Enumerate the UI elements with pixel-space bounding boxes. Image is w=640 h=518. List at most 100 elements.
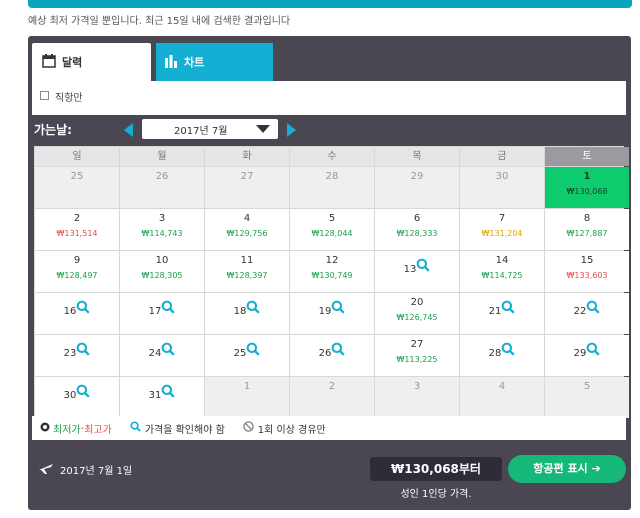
day-price: ₩133,603 <box>566 271 608 280</box>
calendar-day[interactable]: 11 ₩128,397 <box>205 251 289 292</box>
calendar-day[interactable]: 7 ₩131,204 <box>460 209 544 250</box>
calendar-day[interactable]: 18 <box>205 293 289 334</box>
day-price: ₩128,044 <box>311 229 353 238</box>
search-icon[interactable] <box>416 258 431 275</box>
day-number: 24 <box>148 348 162 359</box>
day-number: 30 <box>495 171 509 182</box>
calendar-day: 26 <box>120 167 204 208</box>
day-number: 17 <box>148 306 162 317</box>
calendar-day[interactable]: 6 ₩128,333 <box>375 209 459 250</box>
day-number: 1 <box>243 381 251 392</box>
calendar-day[interactable]: 24 <box>120 335 204 376</box>
day-price: ₩128,333 <box>396 229 438 238</box>
search-icon[interactable] <box>331 342 346 359</box>
day-number: 29 <box>410 171 424 182</box>
calendar-day[interactable]: 13 <box>375 251 459 292</box>
search-icon[interactable] <box>586 300 601 317</box>
calendar-day[interactable]: 9 ₩128,497 <box>35 251 119 292</box>
search-icon[interactable] <box>501 342 516 359</box>
show-flights-button[interactable]: 항공편 표시 ➔ <box>508 455 626 483</box>
calendar-day[interactable]: 23 <box>35 335 119 376</box>
day-price: ₩128,305 <box>141 271 183 280</box>
search-icon[interactable] <box>161 300 176 317</box>
search-icon[interactable] <box>246 342 261 359</box>
calendar-day[interactable]: 10 ₩128,305 <box>120 251 204 292</box>
calendar-day[interactable]: 8 ₩127,887 <box>545 209 629 250</box>
calendar-day[interactable]: 28 <box>460 335 544 376</box>
search-icon[interactable] <box>586 342 601 359</box>
month-select[interactable]: 2017년 7월 <box>142 119 278 139</box>
weekday-header: 수 <box>290 147 374 166</box>
day-number: 10 <box>155 255 169 266</box>
day-number: 27 <box>240 171 254 182</box>
calendar-day: 25 <box>35 167 119 208</box>
day-number: 30 <box>63 390 77 401</box>
day-number: 4 <box>243 213 251 224</box>
legend-lowest: 최저가 <box>53 424 81 436</box>
calendar-day[interactable]: 27 ₩113,225 <box>375 335 459 376</box>
day-price: ₩129,756 <box>226 229 268 238</box>
next-month-button[interactable] <box>287 123 296 137</box>
day-number: 8 <box>583 213 591 224</box>
tab-calendar[interactable]: 달력 <box>32 43 151 81</box>
calendar-day[interactable]: 3 ₩114,743 <box>120 209 204 250</box>
day-price: ₩113,225 <box>396 355 438 364</box>
day-number: 5 <box>583 381 591 392</box>
tab-chart[interactable]: 차트 <box>156 43 273 81</box>
calendar-day[interactable]: 17 <box>120 293 204 334</box>
day-number: 15 <box>580 255 594 266</box>
calendar-day[interactable]: 15 ₩133,603 <box>545 251 629 292</box>
calendar-day[interactable]: 25 <box>205 335 289 376</box>
direct-only-checkbox[interactable] <box>40 91 49 100</box>
search-icon[interactable] <box>161 342 176 359</box>
month-navigation: 가는날: 2017년 7월 <box>32 118 626 142</box>
search-icon <box>130 421 141 435</box>
search-icon[interactable] <box>501 300 516 317</box>
search-icon[interactable] <box>76 342 91 359</box>
calendar-day[interactable]: 22 <box>545 293 629 334</box>
day-number: 27 <box>410 339 424 350</box>
direct-only-label: 직항만 <box>55 93 83 104</box>
day-number: 6 <box>413 213 421 224</box>
search-icon[interactable] <box>76 300 91 317</box>
day-number: 11 <box>240 255 254 266</box>
calendar-day: 4 <box>460 377 544 418</box>
day-number: 2 <box>328 381 336 392</box>
prev-month-button[interactable] <box>124 123 133 137</box>
calendar-day[interactable]: 5 ₩128,044 <box>290 209 374 250</box>
calendar-day[interactable]: 19 <box>290 293 374 334</box>
weekday-header: 목 <box>375 147 459 166</box>
search-icon[interactable] <box>161 384 176 401</box>
calendar-day: 2 <box>290 377 374 418</box>
calendar-day[interactable]: 21 <box>460 293 544 334</box>
calendar-day[interactable]: 26 <box>290 335 374 376</box>
day-price: ₩131,204 <box>481 229 523 238</box>
search-icon[interactable] <box>76 384 91 401</box>
day-price: ₩127,887 <box>566 229 608 238</box>
calendar-day[interactable]: 4 ₩129,756 <box>205 209 289 250</box>
tab-chart-label: 차트 <box>184 56 205 69</box>
day-number: 20 <box>410 297 424 308</box>
day-number: 28 <box>488 348 502 359</box>
calendar-day[interactable]: 12 ₩130,749 <box>290 251 374 292</box>
calendar-day[interactable]: 14 ₩114,725 <box>460 251 544 292</box>
filter-box: 직항만 <box>32 81 626 115</box>
tab-calendar-label: 달력 <box>62 56 83 69</box>
day-price: ₩128,497 <box>56 271 98 280</box>
legend-check-price: 가격을 확인해야 함 <box>130 421 225 436</box>
calendar-day[interactable]: 2 ₩131,514 <box>35 209 119 250</box>
calendar-day[interactable]: 30 <box>35 377 119 418</box>
weekday-header: 월 <box>120 147 204 166</box>
calendar-day[interactable]: 16 <box>35 293 119 334</box>
day-number: 14 <box>495 255 509 266</box>
per-person-note: 성인 1인당 가격. <box>400 489 472 500</box>
calendar-day-selected[interactable]: 1 ₩130,068 <box>545 167 629 208</box>
calendar-day: 3 <box>375 377 459 418</box>
calendar-day[interactable]: 31 <box>120 377 204 418</box>
calendar-day[interactable]: 20 ₩126,745 <box>375 293 459 334</box>
search-icon[interactable] <box>246 300 261 317</box>
top-accent-bar <box>28 0 632 8</box>
search-icon[interactable] <box>331 300 346 317</box>
weekday-header: 화 <box>205 147 289 166</box>
calendar-day[interactable]: 29 <box>545 335 629 376</box>
